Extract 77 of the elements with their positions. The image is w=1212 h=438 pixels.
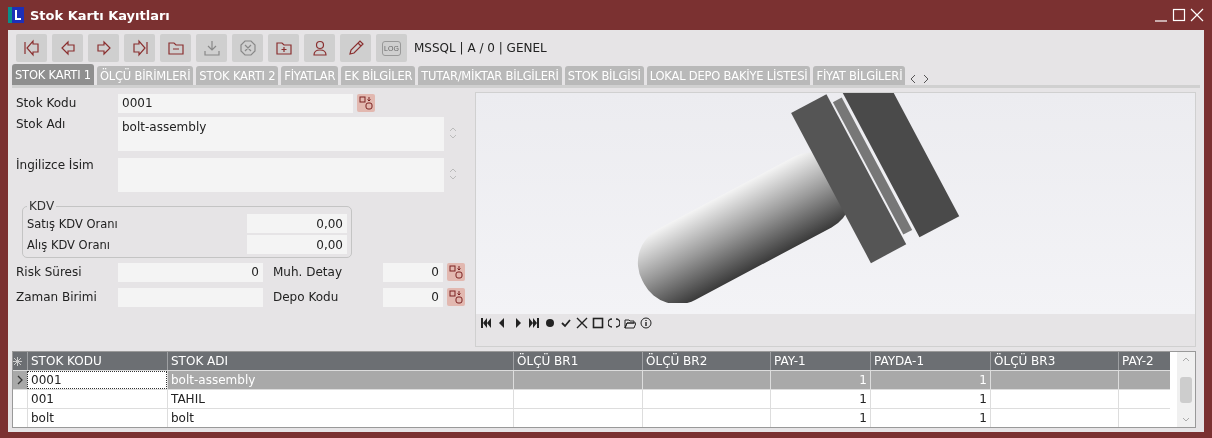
table-cell: 1 (770, 409, 870, 427)
table-cell: bolt (167, 409, 513, 427)
table-cell: 1 (870, 409, 990, 427)
field-label: Satış KDV Oranı (27, 216, 118, 231)
scroll-thumb[interactable] (1180, 376, 1192, 403)
folder-plus-icon (274, 39, 293, 57)
lookup-icon (359, 96, 373, 110)
field-label: Stok Adı (16, 117, 67, 131)
folder-plus-button[interactable] (268, 34, 299, 62)
window-title: Stok Kartı Kayıtları (30, 7, 170, 23)
first-icon[interactable] (480, 317, 492, 329)
user-icon (310, 39, 329, 57)
delete-icon[interactable] (576, 317, 588, 329)
edit-icon (346, 39, 365, 57)
table-row[interactable]: bolt bolt 1 1 (13, 408, 1170, 427)
user-button[interactable] (304, 34, 335, 62)
first-record-button[interactable] (16, 34, 47, 62)
table-cell: TAHIL (167, 390, 513, 408)
accounting-detail-field[interactable]: 0 (383, 262, 443, 282)
table-cell: 1 (870, 371, 990, 389)
field-label: Depo Kodu (272, 290, 340, 304)
group-title: KDV (28, 199, 56, 213)
check-icon[interactable] (560, 317, 572, 329)
lookup-button[interactable] (447, 263, 465, 281)
lookup-button[interactable] (447, 288, 465, 306)
warehouse-code-field[interactable]: 0 (383, 287, 443, 307)
field-label: Stok Kodu (16, 96, 78, 110)
cancel-icon (238, 39, 257, 57)
field-label: Risk Süresi (16, 265, 83, 279)
lookup-icon (449, 265, 463, 279)
table-cell: bolt (27, 409, 167, 427)
lookup-icon (449, 290, 463, 304)
last-record-icon (130, 39, 149, 57)
table-cell: 1 (870, 390, 990, 408)
vertical-scrollbar[interactable] (1177, 352, 1195, 427)
tab[interactable]: STOK KARTI 1 (12, 64, 94, 85)
field-label: Zaman Birimi (16, 290, 98, 304)
open-icon[interactable] (624, 317, 636, 329)
stock-code-field[interactable]: 0001 (118, 93, 353, 113)
edit-button[interactable] (340, 34, 371, 62)
download-icon (202, 39, 221, 57)
maximize-icon[interactable] (1172, 8, 1186, 22)
last-record-button[interactable] (124, 34, 155, 62)
connection-status: MSSQL | A / 0 | GENEL (414, 41, 547, 55)
stock-name-field[interactable]: bolt-assembly (118, 117, 444, 151)
folder-minus-icon (166, 39, 185, 57)
table-cell: 001 (27, 390, 167, 408)
folder-minus-button[interactable] (160, 34, 191, 62)
app-logo-icon (8, 7, 24, 23)
previous-record-button[interactable] (52, 34, 83, 62)
scroll-up-icon[interactable] (1181, 355, 1191, 363)
table-cell: bolt-assembly (167, 371, 513, 389)
record-icon[interactable] (544, 317, 556, 329)
sales-vat-field[interactable]: 0,00 (247, 214, 347, 233)
risk-period-field[interactable]: 0 (118, 262, 263, 282)
last-icon[interactable] (528, 317, 540, 329)
first-record-icon (22, 39, 41, 57)
field-label: İngilizce İsim (16, 158, 95, 172)
purchase-vat-field[interactable]: 0,00 (247, 235, 347, 254)
window-icon[interactable] (592, 317, 604, 329)
table-cell: 1 (770, 390, 870, 408)
scroll-down-icon[interactable] (1181, 416, 1191, 424)
next-record-icon (94, 39, 113, 57)
field-label: Muh. Detay (272, 265, 343, 279)
refresh-icon[interactable] (608, 317, 620, 329)
table-row[interactable]: 0001 bolt-assembly 1 1 (13, 370, 1170, 389)
field-label: Alış KDV Oranı (27, 237, 110, 252)
current-row-icon (17, 375, 23, 385)
info-icon[interactable] (640, 317, 652, 329)
cancel-button[interactable] (232, 34, 263, 62)
table-cell: 1 (770, 371, 870, 389)
table-row[interactable]: 001 TAHIL 1 1 (13, 389, 1170, 408)
close-icon[interactable] (1190, 8, 1204, 22)
lookup-button[interactable] (357, 94, 375, 112)
table-cell: 0001 (27, 371, 167, 389)
next-record-button[interactable] (88, 34, 119, 62)
new-row-icon (13, 356, 22, 366)
